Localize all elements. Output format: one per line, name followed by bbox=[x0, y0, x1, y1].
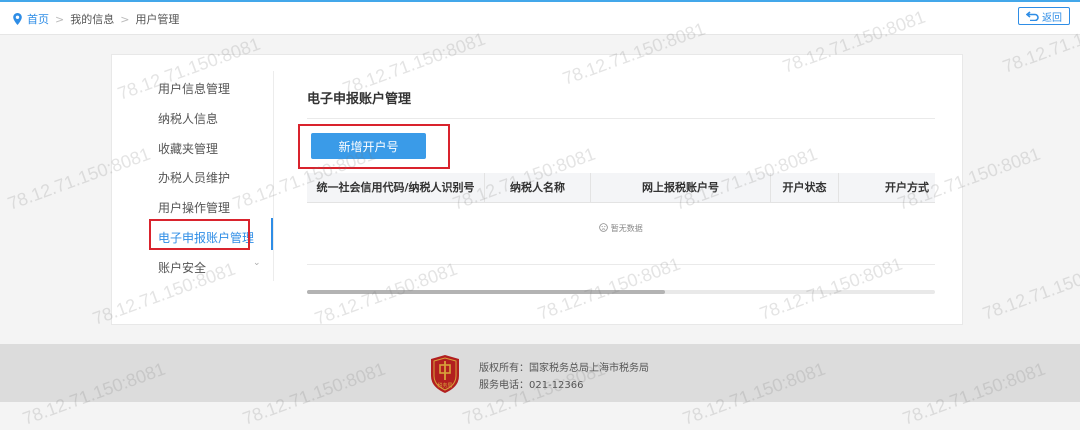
sad-face-icon bbox=[599, 223, 608, 232]
logo-text: 税务局 bbox=[437, 382, 452, 389]
empty-state: 暂无数据 bbox=[307, 223, 935, 234]
sidebar-item-user-operation[interactable]: 用户操作管理 bbox=[158, 199, 230, 216]
page-title: 电子申报账户管理 bbox=[307, 92, 412, 107]
header-bar: 首页 > 我的信息 > 用户管理 返回 bbox=[0, 2, 1080, 35]
service-phone: 服务电话：021-12366 bbox=[479, 380, 584, 391]
tax-bureau-logo: 税务局 bbox=[431, 355, 459, 393]
breadcrumb-current: 用户管理 bbox=[135, 13, 180, 26]
empty-text: 暂无数据 bbox=[610, 224, 643, 233]
scrollbar-thumb[interactable] bbox=[307, 290, 665, 294]
chevron-down-icon[interactable]: ⌄ bbox=[253, 258, 261, 268]
horizontal-scrollbar[interactable] bbox=[307, 290, 935, 294]
breadcrumb-separator: > bbox=[55, 12, 65, 26]
title-divider bbox=[307, 118, 935, 119]
column-header-method: 开户方式 bbox=[885, 181, 929, 194]
content-panel: 用户信息管理 纳税人信息 收藏夹管理 办税人员维护 用户操作管理 电子申报账户管… bbox=[111, 54, 963, 325]
column-header-credit-code: 统一社会信用代码/纳税人识别号 bbox=[307, 173, 485, 202]
back-button[interactable]: 返回 bbox=[1018, 7, 1070, 25]
breadcrumb: 首页 > 我的信息 > 用户管理 bbox=[13, 11, 179, 27]
table-bottom-line bbox=[307, 264, 935, 265]
location-pin-icon bbox=[13, 13, 22, 25]
watermark-text: 78.12.71.150:8081 bbox=[980, 253, 1080, 324]
sidebar-divider bbox=[273, 71, 274, 281]
column-header-status: 开户状态 bbox=[771, 173, 839, 202]
highlight-box-menu bbox=[149, 219, 250, 250]
column-header-account-number: 网上报税账户号 bbox=[591, 173, 771, 202]
breadcrumb-my-info-link[interactable]: 我的信息 bbox=[70, 11, 114, 27]
return-arrow-icon bbox=[1026, 11, 1039, 21]
footer: 税务局 版权所有：国家税务总局上海市税务局 服务电话：021-12366 bbox=[0, 344, 1080, 402]
sidebar-item-tax-staff[interactable]: 办税人员维护 bbox=[158, 169, 230, 186]
column-header-taxpayer-name: 纳税人名称 bbox=[485, 173, 591, 202]
active-indicator bbox=[271, 218, 273, 250]
back-button-label: 返回 bbox=[1042, 12, 1062, 24]
breadcrumb-home-link[interactable]: 首页 bbox=[27, 11, 49, 27]
breadcrumb-separator: > bbox=[120, 12, 130, 26]
sidebar-item-account-security[interactable]: 账户安全 bbox=[158, 259, 206, 276]
sidebar-item-favorites[interactable]: 收藏夹管理 bbox=[158, 140, 218, 157]
table-header: 统一社会信用代码/纳税人识别号 纳税人名称 网上报税账户号 开户状态 开户方式 bbox=[307, 173, 935, 203]
page-bottom bbox=[0, 402, 1080, 424]
copyright-text: 版权所有：国家税务总局上海市税务局 bbox=[479, 363, 649, 374]
sidebar-item-user-info[interactable]: 用户信息管理 bbox=[158, 80, 230, 97]
sidebar-item-taxpayer-info[interactable]: 纳税人信息 bbox=[158, 110, 218, 127]
highlight-box-button bbox=[298, 124, 450, 169]
